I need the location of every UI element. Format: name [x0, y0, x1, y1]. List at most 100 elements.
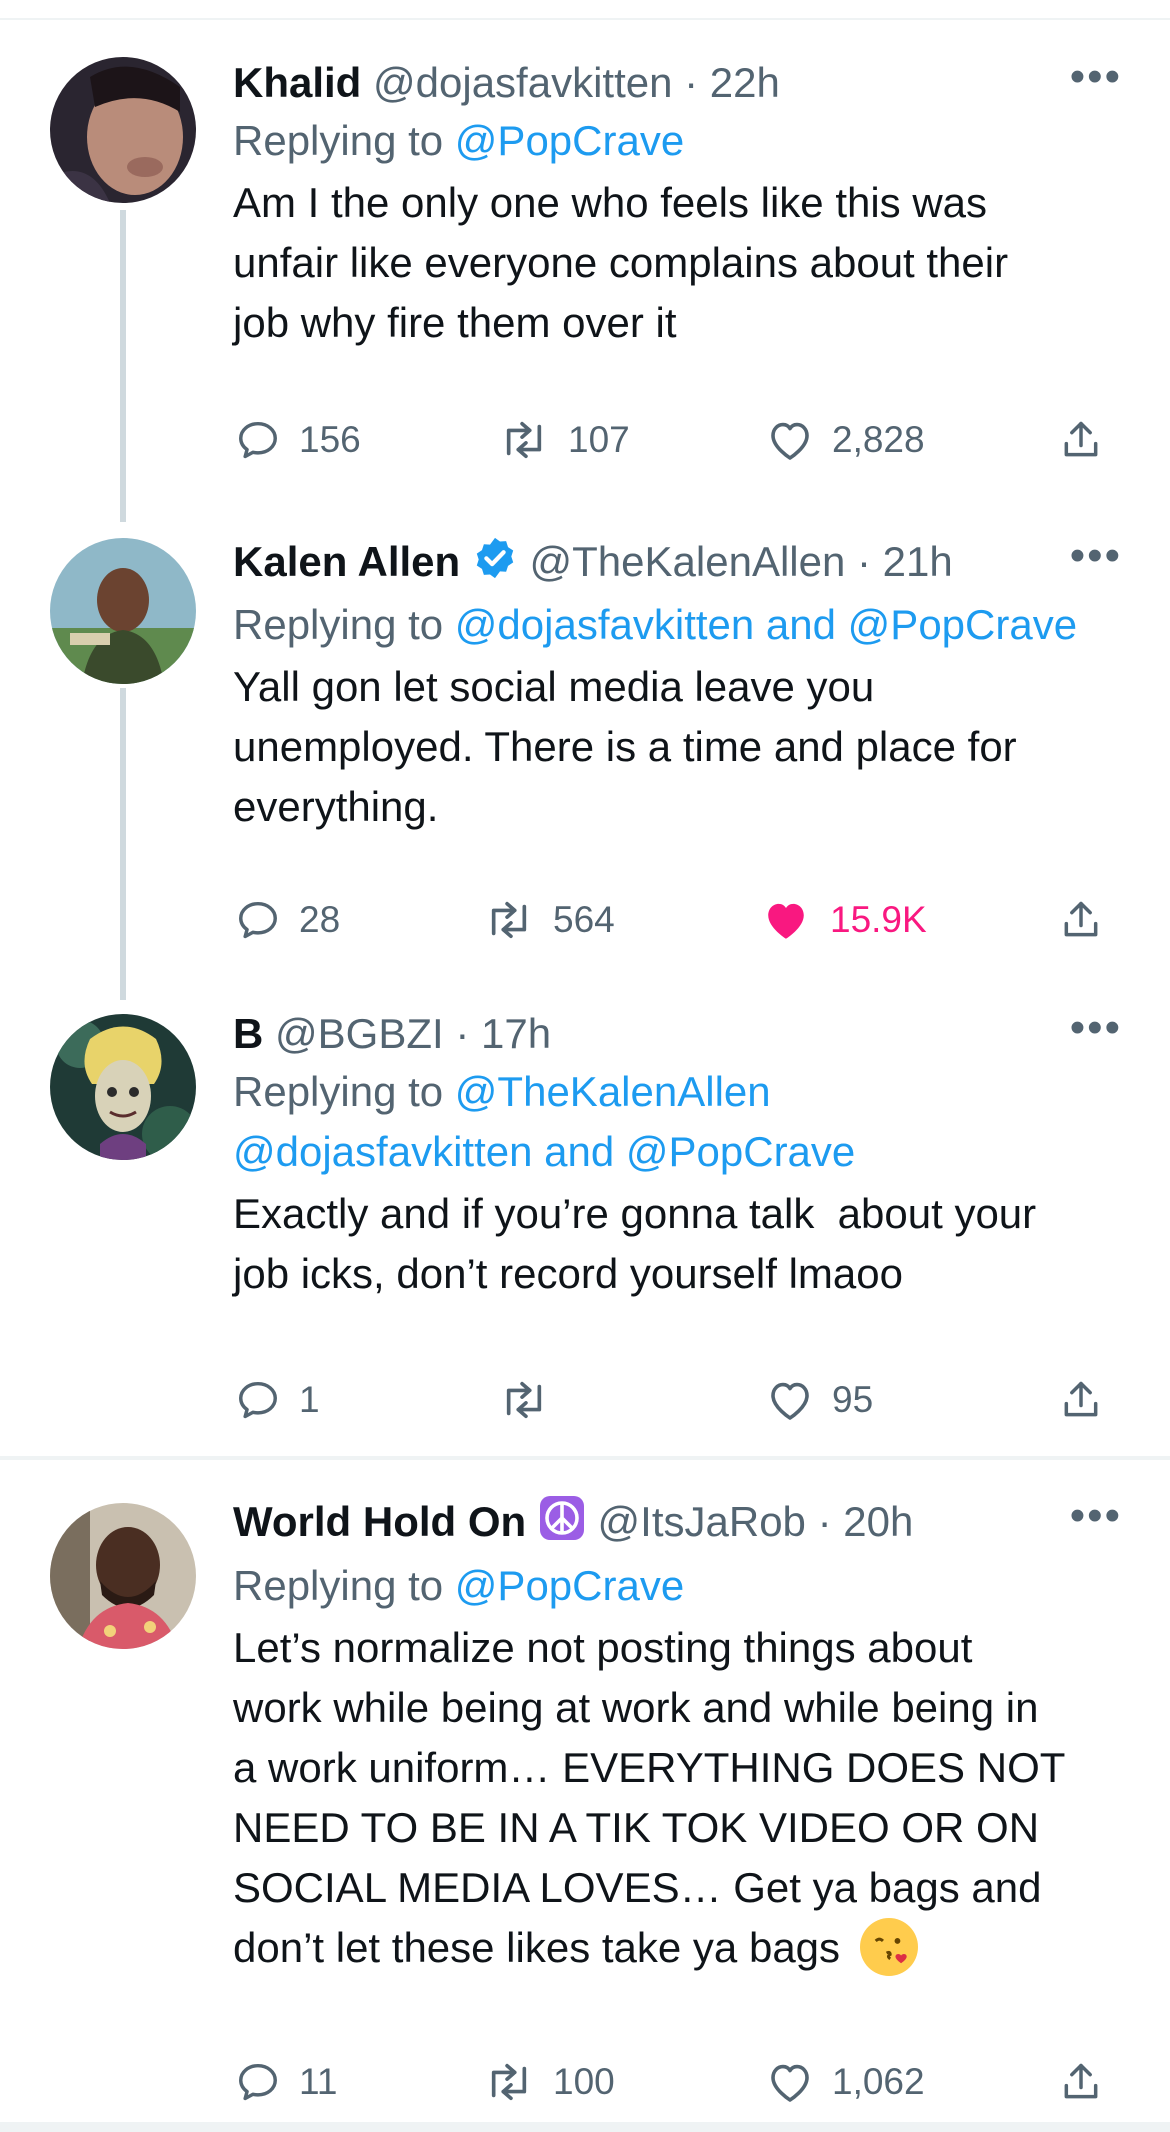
- timestamp[interactable]: · 20h: [818, 1498, 914, 1545]
- avatar-kalen-allen[interactable]: [50, 538, 196, 684]
- replying-to-label: Replying to: [233, 1068, 444, 1115]
- reply-mentions[interactable]: @dojasfavkitten and @PopCrave: [233, 1122, 1122, 1182]
- tweet-world-hold-on[interactable]: World Hold On @ItsJaRob · 20h ••• Replyi…: [0, 1460, 1170, 2122]
- more-options-icon[interactable]: •••: [1070, 1494, 1122, 1538]
- tweet-text-line: job icks, don’t record yourself lmaoo: [233, 1250, 903, 1297]
- share-icon: [1064, 901, 1098, 937]
- tweet-khalid[interactable]: Khalid @dojasfavkitten · 22h ••• Replyin…: [0, 0, 1170, 522]
- reply-count: 156: [299, 419, 361, 460]
- tweet-text-line: NEED TO BE IN A TIK TOK VIDEO OR ON: [233, 1804, 1040, 1851]
- like-button[interactable]: 2,828: [766, 410, 925, 470]
- retweet-icon: [491, 901, 527, 939]
- retweet-button[interactable]: 107: [498, 410, 630, 470]
- replying-to: Replying to @TheKalenAllen @dojasfavkitt…: [233, 1062, 1122, 1182]
- tweet-text: Exactly and if you’re gonna talk about y…: [233, 1184, 1122, 1304]
- like-button[interactable]: 1,062: [766, 2052, 925, 2112]
- tweet-b[interactable]: B @BGBZI · 17h ••• Replying to @TheKalen…: [0, 950, 1170, 1460]
- action-bar: 1 95: [233, 1370, 1122, 1430]
- replying-to-label: Replying to: [233, 600, 444, 648]
- like-button[interactable]: 15.9K: [760, 890, 927, 950]
- tweet-text-line: a work uniform… EVERYTHING DOES NOT: [233, 1744, 1066, 1791]
- reply-icon: [239, 421, 277, 459]
- tweet-header: World Hold On @ItsJaRob · 20h: [233, 1494, 1122, 1556]
- tweet-text-line: SOCIAL MEDIA LOVES… Get ya bags and: [233, 1864, 1042, 1911]
- display-name[interactable]: Khalid: [233, 59, 361, 106]
- reply-icon: [239, 901, 277, 939]
- reply-mentions[interactable]: @PopCrave: [455, 1562, 684, 1609]
- user-handle[interactable]: @TheKalenAllen: [530, 538, 846, 585]
- tweet-text-line: don’t let these likes take ya bags: [233, 1924, 841, 1971]
- display-name[interactable]: Kalen Allen: [233, 538, 460, 585]
- heart-icon: [771, 2064, 809, 2102]
- share-icon: [1064, 421, 1098, 457]
- retweet-icon: [506, 421, 542, 459]
- timestamp[interactable]: · 22h: [684, 59, 780, 106]
- reply-mentions[interactable]: @TheKalenAllen: [455, 1068, 771, 1115]
- reply-button[interactable]: 1: [235, 1370, 320, 1430]
- display-name[interactable]: B: [233, 1010, 263, 1057]
- reply-count: 1: [299, 1379, 320, 1420]
- tweet-text: Yall gon let social media leave you unem…: [233, 657, 1122, 837]
- share-button[interactable]: [1059, 2052, 1103, 2112]
- tweet-text-line: Let’s normalize not posting things about: [233, 1624, 973, 1671]
- replying-to: Replying to @PopCrave: [233, 1556, 1122, 1616]
- reply-button[interactable]: 156: [235, 410, 361, 470]
- user-handle[interactable]: @ItsJaRob: [598, 1498, 806, 1545]
- user-handle[interactable]: @BGBZI: [275, 1010, 444, 1057]
- reply-mentions[interactable]: @dojasfavkitten and @PopCrave: [455, 601, 1077, 648]
- verified-badge-icon: [472, 535, 518, 595]
- more-options-icon[interactable]: •••: [1070, 1006, 1122, 1050]
- timestamp[interactable]: · 17h: [455, 1010, 551, 1057]
- reply-icon: [239, 2063, 277, 2101]
- tweet-text-line: job why fire them over it: [233, 299, 677, 346]
- heart-icon: [771, 422, 809, 460]
- tweet-header: Kalen Allen @TheKalenAllen · 21h: [233, 534, 1122, 595]
- tweet-text-line: everything.: [233, 782, 439, 830]
- timestamp[interactable]: · 21h: [857, 538, 953, 585]
- share-button[interactable]: [1059, 410, 1103, 470]
- reply-button[interactable]: 11: [235, 2052, 337, 2112]
- more-options-icon[interactable]: •••: [1070, 534, 1122, 578]
- tweet-text-line: Yall gon let social media leave you: [233, 662, 875, 710]
- share-button[interactable]: [1059, 1370, 1103, 1430]
- tweet-text-line: unemployed. There is a time and place fo…: [233, 722, 1017, 770]
- avatar-b[interactable]: [50, 1014, 196, 1160]
- tweet-text-line-last: don’t let these likes take ya bags: [233, 1917, 1122, 1980]
- user-handle[interactable]: @dojasfavkitten: [373, 59, 672, 106]
- retweet-icon: [491, 2063, 527, 2101]
- face-blowing-kiss-emoji: [859, 1917, 918, 1976]
- reply-mentions[interactable]: @PopCrave: [455, 117, 684, 164]
- like-button[interactable]: 95: [766, 1370, 873, 1430]
- reply-button[interactable]: 28: [235, 890, 340, 950]
- peace-symbol-icon: [538, 1494, 586, 1556]
- share-button[interactable]: [1059, 890, 1103, 950]
- tweet-text-line: Am I the only one who feels like this wa…: [233, 179, 988, 226]
- tweet-kalen-allen[interactable]: Kalen Allen @TheKalenAllen · 21h ••• Rep…: [0, 470, 1170, 1000]
- avatar-world-hold-on[interactable]: [50, 1503, 196, 1649]
- action-bar: 156 107 2,828: [233, 410, 1122, 470]
- tweet-text: Am I the only one who feels like this wa…: [233, 173, 1122, 353]
- action-bar: 11 100 1,062: [233, 2052, 1122, 2112]
- reply-icon: [239, 1381, 277, 1419]
- reply-count: 11: [299, 2061, 338, 2102]
- avatar-khalid[interactable]: [50, 57, 196, 203]
- heart-filled-icon: [768, 903, 804, 939]
- share-icon: [1064, 2063, 1098, 2099]
- more-options-icon[interactable]: •••: [1070, 55, 1122, 99]
- retweet-button[interactable]: 100: [483, 2052, 615, 2112]
- action-bar: 28 564 15.9K: [233, 890, 1122, 950]
- retweet-button[interactable]: 564: [483, 890, 615, 950]
- reply-count: 28: [299, 899, 341, 940]
- bottom-divider: [0, 2122, 1170, 2132]
- display-name[interactable]: World Hold On: [233, 1498, 526, 1545]
- tweet-text-line: work while being at work and while being…: [233, 1684, 1039, 1731]
- tweet-header: B @BGBZI · 17h: [233, 1006, 1122, 1062]
- retweet-count: 100: [553, 2061, 615, 2102]
- like-count: 95: [832, 1379, 874, 1420]
- tweet-header: Khalid @dojasfavkitten · 22h: [233, 55, 1122, 111]
- like-count: 2,828: [832, 419, 925, 460]
- retweet-icon: [506, 1381, 542, 1419]
- replying-to-label: Replying to: [233, 1562, 444, 1609]
- retweet-button[interactable]: [498, 1370, 568, 1430]
- retweet-count: 107: [568, 419, 630, 460]
